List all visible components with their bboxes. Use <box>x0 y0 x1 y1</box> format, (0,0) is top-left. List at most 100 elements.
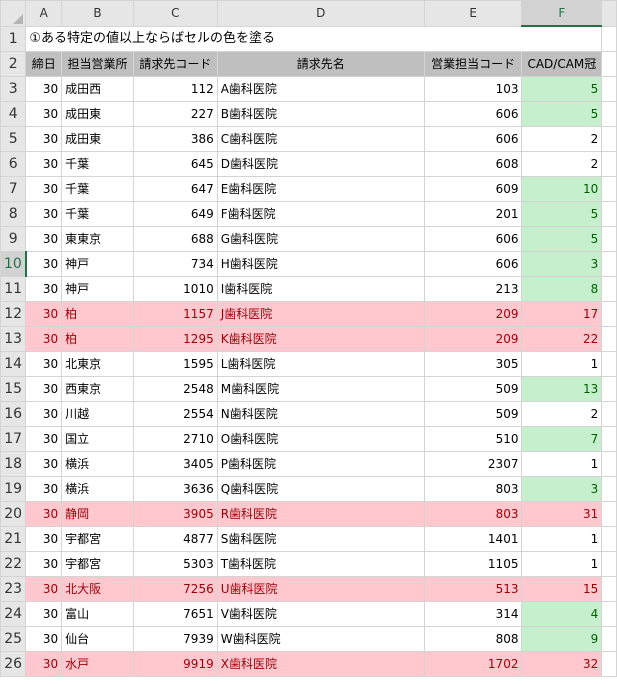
cell-f[interactable]: 15 <box>521 576 603 602</box>
row-header[interactable]: 13 <box>0 326 27 352</box>
cell-d[interactable]: M歯科医院 <box>216 376 425 402</box>
cell-f[interactable]: 10 <box>521 176 603 202</box>
header-cell-c[interactable]: 請求先コード <box>132 51 218 77</box>
empty-cell[interactable] <box>601 126 617 152</box>
cell-f[interactable]: 5 <box>521 101 603 127</box>
cell-a[interactable]: 30 <box>25 126 63 152</box>
cell-e[interactable]: 513 <box>423 576 523 602</box>
cell-d[interactable]: F歯科医院 <box>216 201 425 227</box>
cell-e[interactable]: 213 <box>423 276 523 302</box>
cell-c[interactable]: 7256 <box>132 576 218 602</box>
cell-c[interactable]: 1157 <box>132 301 218 327</box>
cell-f[interactable]: 2 <box>521 151 603 177</box>
cell-f[interactable]: 31 <box>521 501 603 527</box>
cell-d[interactable]: R歯科医院 <box>216 501 425 527</box>
row-header[interactable]: 23 <box>0 576 27 602</box>
cell-c[interactable]: 112 <box>132 76 218 102</box>
cell-c[interactable]: 4877 <box>132 526 218 552</box>
empty-cell[interactable] <box>601 276 617 302</box>
cell-b[interactable]: 川越 <box>61 401 134 427</box>
empty-cell[interactable] <box>601 601 617 627</box>
header-cell-d[interactable]: 請求先名 <box>216 51 425 77</box>
column-header-d[interactable]: D <box>216 0 425 27</box>
row-header[interactable]: 3 <box>0 76 27 102</box>
cell-c[interactable]: 1595 <box>132 351 218 377</box>
cell-a[interactable]: 30 <box>25 351 63 377</box>
cell-a[interactable]: 30 <box>25 201 63 227</box>
cell-f[interactable]: 8 <box>521 276 603 302</box>
cell-c[interactable]: 2554 <box>132 401 218 427</box>
row-header[interactable]: 9 <box>0 226 27 252</box>
cell-c[interactable]: 3636 <box>132 476 218 502</box>
empty-cell[interactable] <box>601 351 617 377</box>
row-header[interactable]: 19 <box>0 476 27 502</box>
cell-a[interactable]: 30 <box>25 601 63 627</box>
cell-c[interactable]: 2548 <box>132 376 218 402</box>
cell-f[interactable]: 1 <box>521 526 603 552</box>
cell-e[interactable]: 314 <box>423 601 523 627</box>
row-header[interactable]: 11 <box>0 276 27 302</box>
row-header[interactable]: 7 <box>0 176 27 202</box>
cell-c[interactable]: 386 <box>132 126 218 152</box>
cell-b[interactable]: 西東京 <box>61 376 134 402</box>
cell-f[interactable]: 5 <box>521 76 603 102</box>
cell-a[interactable]: 30 <box>25 276 63 302</box>
cell-e[interactable]: 808 <box>423 626 523 652</box>
cell-d[interactable]: N歯科医院 <box>216 401 425 427</box>
cell-d[interactable]: D歯科医院 <box>216 151 425 177</box>
cell-a[interactable]: 30 <box>25 651 63 677</box>
cell-e[interactable]: 209 <box>423 326 523 352</box>
row-header[interactable]: 15 <box>0 376 27 402</box>
row-header[interactable]: 20 <box>0 501 27 527</box>
row-header[interactable]: 22 <box>0 551 27 577</box>
column-header-c[interactable]: C <box>132 0 218 27</box>
cell-e[interactable]: 509 <box>423 376 523 402</box>
empty-cell[interactable] <box>601 426 617 452</box>
column-header-a[interactable]: A <box>25 0 63 27</box>
cell-b[interactable]: 柏 <box>61 326 134 352</box>
cell-b[interactable]: 東東京 <box>61 226 134 252</box>
cell-b[interactable]: 成田西 <box>61 76 134 102</box>
cell-a[interactable]: 30 <box>25 251 63 277</box>
cell-f[interactable]: 2 <box>521 401 603 427</box>
column-header-f[interactable]: F <box>521 0 603 27</box>
cell-d[interactable]: J歯科医院 <box>216 301 425 327</box>
header-cell-e[interactable]: 営業担当コード <box>423 51 523 77</box>
cell-c[interactable]: 5303 <box>132 551 218 577</box>
row-header[interactable]: 16 <box>0 401 27 427</box>
column-header-g[interactable] <box>601 0 617 27</box>
cell-c[interactable]: 1295 <box>132 326 218 352</box>
cell-d[interactable]: K歯科医院 <box>216 326 425 352</box>
cell-a[interactable]: 30 <box>25 526 63 552</box>
row-header[interactable]: 12 <box>0 301 27 327</box>
cell-d[interactable]: W歯科医院 <box>216 626 425 652</box>
empty-cell[interactable] <box>601 451 617 477</box>
cell-e[interactable]: 510 <box>423 426 523 452</box>
cell-f[interactable]: 1 <box>521 451 603 477</box>
column-header-e[interactable]: E <box>423 0 523 27</box>
row-header[interactable]: 14 <box>0 351 27 377</box>
cell-f[interactable]: 22 <box>521 326 603 352</box>
empty-cell[interactable] <box>601 226 617 252</box>
cell-e[interactable]: 1401 <box>423 526 523 552</box>
row-header[interactable]: 24 <box>0 601 27 627</box>
cell-f[interactable]: 3 <box>521 251 603 277</box>
cell-a[interactable]: 30 <box>25 451 63 477</box>
cell-c[interactable]: 2710 <box>132 426 218 452</box>
row-header[interactable]: 8 <box>0 201 27 227</box>
empty-cell[interactable] <box>601 576 617 602</box>
cell-e[interactable]: 1702 <box>423 651 523 677</box>
cell-f[interactable]: 5 <box>521 201 603 227</box>
row-header-1[interactable]: 1 <box>0 25 27 52</box>
cell-d[interactable]: C歯科医院 <box>216 126 425 152</box>
cell-f[interactable]: 4 <box>521 601 603 627</box>
cell-c[interactable]: 7651 <box>132 601 218 627</box>
cell-a[interactable]: 30 <box>25 576 63 602</box>
cell-b[interactable]: 千葉 <box>61 176 134 202</box>
cell-d[interactable]: V歯科医院 <box>216 601 425 627</box>
cell-c[interactable]: 9919 <box>132 651 218 677</box>
row-header[interactable]: 17 <box>0 426 27 452</box>
cell-a[interactable]: 30 <box>25 76 63 102</box>
cell-e[interactable]: 606 <box>423 251 523 277</box>
empty-cell[interactable] <box>601 25 617 52</box>
